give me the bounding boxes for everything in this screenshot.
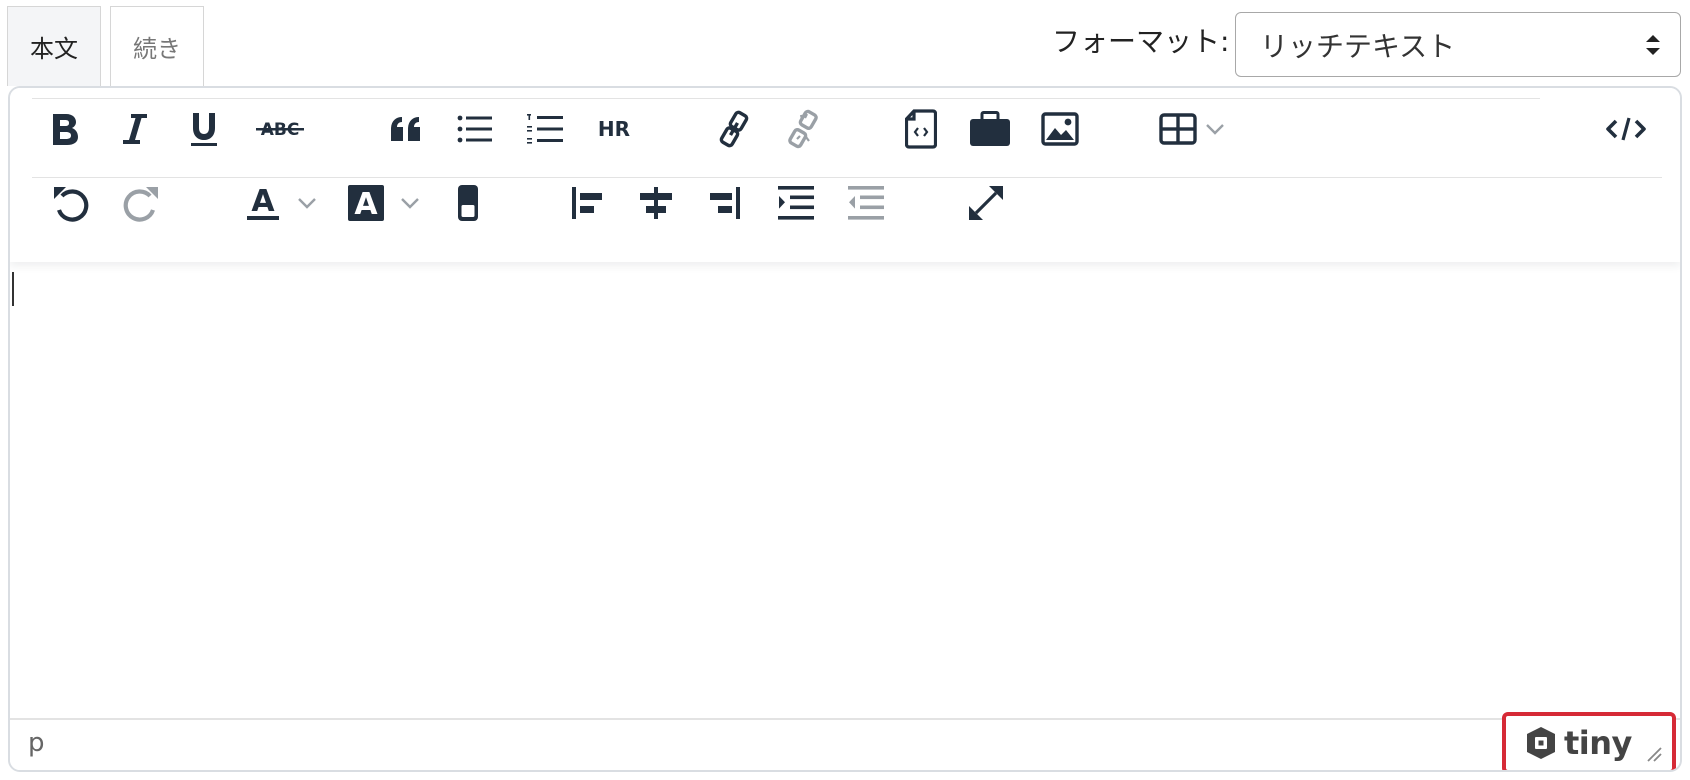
outdent-icon xyxy=(848,186,884,220)
strikethrough-button[interactable]: ABC xyxy=(248,101,312,157)
briefcase-button[interactable] xyxy=(962,101,1018,157)
table-icon xyxy=(1159,113,1197,145)
undo-icon xyxy=(54,187,89,222)
text-color-icon: A xyxy=(247,184,279,220)
source-code-button[interactable] xyxy=(1598,101,1654,157)
indent-icon xyxy=(778,186,814,220)
horizontal-rule-label: HR xyxy=(598,117,630,141)
text-color-glyph: A xyxy=(251,184,275,219)
table-dropdown-button[interactable] xyxy=(1204,101,1226,157)
align-right-icon xyxy=(710,187,740,219)
format-select[interactable]: リッチテキスト xyxy=(1235,12,1681,77)
editor-content-area[interactable] xyxy=(10,262,1680,718)
format-select-value: リッチテキスト xyxy=(1260,29,1456,63)
tab-continue-label: 続き xyxy=(133,35,181,63)
redo-icon xyxy=(123,187,158,222)
italic-button[interactable] xyxy=(107,101,163,157)
chevron-down-icon xyxy=(401,198,419,209)
resize-handle-icon[interactable] xyxy=(1646,746,1662,762)
outdent-button[interactable] xyxy=(838,175,894,231)
editor: ABC HR A A p tiny xyxy=(8,86,1682,772)
select-caret-icon xyxy=(1646,35,1660,55)
link-icon xyxy=(719,110,749,148)
powered-by-tiny-link[interactable]: tiny xyxy=(1502,712,1676,770)
remove-format-icon xyxy=(458,185,478,221)
undo-button[interactable] xyxy=(43,175,99,231)
numbered-list-button[interactable] xyxy=(517,101,573,157)
horizontal-rule-icon: HR xyxy=(598,117,630,141)
blockquote-button[interactable] xyxy=(378,101,434,157)
unlink-icon xyxy=(788,109,818,149)
redo-button[interactable] xyxy=(113,175,169,231)
tab-continue[interactable]: 続き xyxy=(110,6,204,86)
table-button[interactable] xyxy=(1150,101,1206,157)
source-code-icon xyxy=(1606,117,1646,141)
align-left-icon xyxy=(572,187,602,219)
align-right-button[interactable] xyxy=(697,175,753,231)
fullscreen-button[interactable] xyxy=(958,175,1014,231)
chevron-down-icon xyxy=(1206,124,1224,135)
bold-icon xyxy=(53,114,78,145)
horizontal-rule-button[interactable]: HR xyxy=(586,101,642,157)
align-center-icon xyxy=(640,187,672,219)
text-color-dropdown-button[interactable] xyxy=(296,175,318,231)
element-path[interactable]: p xyxy=(28,728,45,758)
tab-body[interactable]: 本文 xyxy=(7,6,101,86)
toolbar-divider xyxy=(32,98,1540,99)
toolbar: ABC HR A A xyxy=(10,88,1680,262)
background-color-glyph: A xyxy=(354,187,378,222)
bold-button[interactable] xyxy=(37,101,93,157)
italic-icon xyxy=(123,114,147,144)
indent-button[interactable] xyxy=(768,175,824,231)
background-color-dropdown-button[interactable] xyxy=(399,175,421,231)
numbered-list-icon xyxy=(527,114,563,144)
blockquote-icon xyxy=(391,117,420,141)
strikethrough-icon: ABC xyxy=(256,120,304,140)
background-color-icon: A xyxy=(348,185,384,222)
tiny-logo-icon xyxy=(1527,727,1555,759)
link-button[interactable] xyxy=(706,101,762,157)
briefcase-icon xyxy=(970,111,1010,146)
text-color-button[interactable]: A xyxy=(235,175,291,231)
remove-format-button[interactable] xyxy=(440,175,496,231)
image-button[interactable] xyxy=(1032,101,1088,157)
align-center-button[interactable] xyxy=(628,175,684,231)
template-icon xyxy=(905,109,937,149)
status-bar: p tiny xyxy=(10,712,1680,770)
underline-icon xyxy=(191,113,217,146)
image-icon xyxy=(1041,112,1079,146)
chevron-down-icon xyxy=(298,198,316,209)
background-color-button[interactable]: A xyxy=(338,175,394,231)
tab-body-label: 本文 xyxy=(30,35,78,63)
format-label: フォーマット: xyxy=(1052,25,1230,58)
template-button[interactable] xyxy=(893,101,949,157)
underline-button[interactable] xyxy=(176,101,232,157)
bullet-list-button[interactable] xyxy=(447,101,503,157)
bullet-list-icon xyxy=(457,115,492,143)
text-cursor xyxy=(12,272,14,306)
unlink-button[interactable] xyxy=(775,101,831,157)
tiny-brand-text: tiny xyxy=(1564,724,1632,762)
align-left-button[interactable] xyxy=(559,175,615,231)
fullscreen-icon xyxy=(969,186,1003,220)
